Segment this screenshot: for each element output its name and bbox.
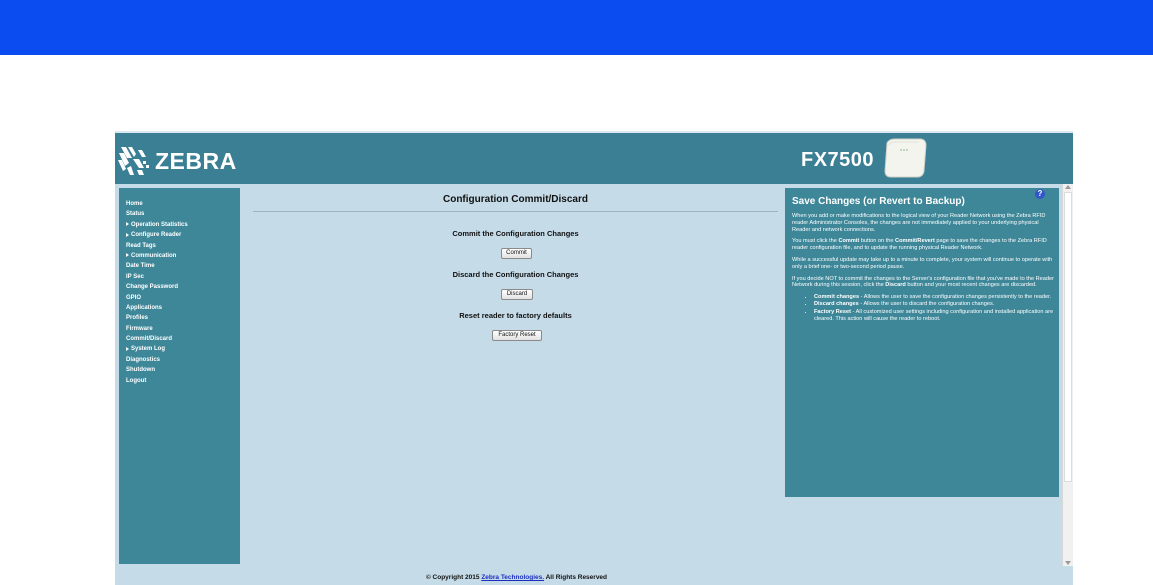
sidebar-item-operation-statistics[interactable]: Operation Statistics xyxy=(126,220,240,230)
scroll-up-arrow-icon[interactable] xyxy=(1065,185,1071,189)
sidebar-item-read-tags[interactable]: Read Tags xyxy=(126,241,240,251)
help-bullet: Commit changes - Allows the user to save… xyxy=(814,294,1054,301)
brand-logo: ZEBRA xyxy=(117,143,237,179)
sidebar-item-gpio[interactable]: GPIO xyxy=(126,293,240,303)
expand-arrow-icon xyxy=(126,346,129,351)
zebra-logo-icon xyxy=(118,147,149,175)
sidebar-item-home[interactable]: Home xyxy=(126,199,240,209)
sidebar-item-commit-discard[interactable]: Commit/Discard xyxy=(126,334,240,344)
title-divider xyxy=(253,211,778,212)
sidebar-item-applications[interactable]: Applications xyxy=(126,303,240,313)
main-content: Configuration Commit/Discard Commit the … xyxy=(253,188,778,488)
top-banner xyxy=(0,0,1153,55)
help-icon[interactable]: ? xyxy=(1035,189,1045,199)
sidebar-item-configure-reader[interactable]: Configure Reader xyxy=(126,230,240,240)
sidebar-item-profiles[interactable]: Profiles xyxy=(126,313,240,323)
reset-heading: Reset reader to factory defaults xyxy=(459,311,572,320)
sidebar-item-logout[interactable]: Logout xyxy=(126,376,240,386)
help-paragraph: You must click the Commit button on the … xyxy=(792,238,1047,252)
sidebar-item-diagnostics[interactable]: Diagnostics xyxy=(126,355,240,365)
scroll-down-arrow-icon[interactable] xyxy=(1065,561,1071,565)
sidebar-item-date-time[interactable]: Date Time xyxy=(126,261,240,271)
sidebar-item-communication[interactable]: Communication xyxy=(126,251,240,261)
brand-header: ZEBRA FX7500 xyxy=(115,131,1073,184)
vertical-scrollbar[interactable] xyxy=(1062,184,1073,566)
help-paragraph: If you decide NOT to commit the changes … xyxy=(792,275,1054,289)
page-title: Configuration Commit/Discard xyxy=(442,194,588,205)
sidebar-item-firmware[interactable]: Firmware xyxy=(126,324,240,334)
help-bullet-list: Commit changes - Allows the user to save… xyxy=(792,294,1054,322)
help-body: When you add or make modifications to th… xyxy=(792,213,1054,323)
expand-arrow-icon xyxy=(126,232,129,237)
factory-reset-button[interactable]: Factory Reset xyxy=(492,330,542,341)
sidebar-item-system-log[interactable]: System Log xyxy=(126,344,240,354)
discard-button[interactable]: Discard xyxy=(501,289,533,300)
expand-arrow-icon xyxy=(126,253,129,258)
discard-heading: Discard the Configuration Changes xyxy=(452,270,579,279)
help-paragraph: When you add or make modifications to th… xyxy=(792,213,1046,233)
sidebar-item-shutdown[interactable]: Shutdown xyxy=(126,365,240,375)
help-panel: Save Changes (or Revert to Backup) ? Whe… xyxy=(785,188,1059,497)
zebra-technologies-link[interactable]: Zebra Technologies. xyxy=(481,574,544,581)
help-bullet: Factory Reset - All customized user sett… xyxy=(814,309,1054,323)
commit-heading: Commit the Configuration Changes xyxy=(452,229,579,238)
sidebar-item-status[interactable]: Status xyxy=(126,209,240,219)
reader-device-icon xyxy=(884,138,927,178)
nav-list: Home Status Operation Statistics Configu… xyxy=(119,188,240,386)
help-title: Save Changes (or Revert to Backup) xyxy=(792,196,965,207)
sidebar-nav: Home Status Operation Statistics Configu… xyxy=(119,188,240,564)
help-paragraph: While a successful update may take up to… xyxy=(792,256,1053,270)
scrollbar-thumb[interactable] xyxy=(1064,192,1072,482)
expand-arrow-icon xyxy=(126,222,129,227)
sidebar-item-change-password[interactable]: Change Password xyxy=(126,282,240,292)
model-name: FX7500 xyxy=(801,149,875,171)
help-bullet: Discard changes - Allows the user to dis… xyxy=(814,301,1054,308)
brand-name: ZEBRA xyxy=(155,147,237,174)
commit-button[interactable]: Commit xyxy=(501,248,532,259)
footer-copyright: © Copyright 2015 Zebra Technologies. All… xyxy=(425,574,608,581)
admin-console-window: ZEBRA FX7500 Home Status Operation Stati… xyxy=(115,131,1073,585)
sidebar-item-ip-sec[interactable]: IP Sec xyxy=(126,272,240,282)
